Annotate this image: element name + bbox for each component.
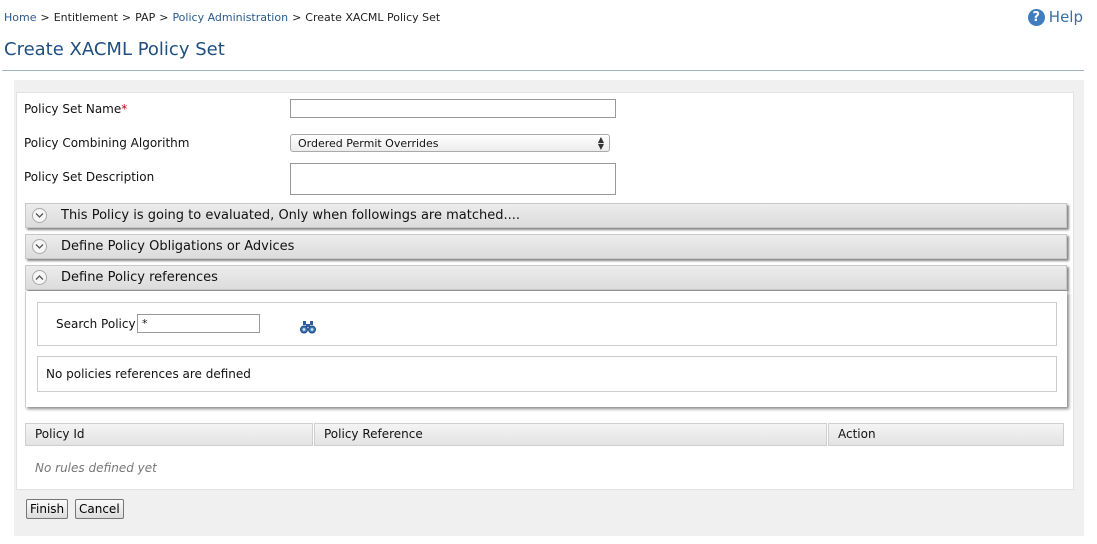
section-target-title: This Policy is going to evaluated, Only … [61,208,520,223]
section-obligations-title: Define Policy Obligations or Advices [61,239,295,254]
table-empty-text: No rules defined yet [35,461,157,475]
search-policy-label: Search Policy [56,317,136,331]
column-header-policy-id: Policy Id [25,423,313,446]
help-label: Help [1048,8,1083,26]
chevron-down-icon [32,208,47,223]
column-header-policy-reference: Policy Reference [314,423,827,446]
breadcrumb-policy-admin-link[interactable]: Policy Administration [172,11,288,24]
breadcrumb-separator: > [292,11,302,24]
policy-set-name-label-text: Policy Set Name [24,102,122,116]
section-references-header[interactable]: Define Policy references [25,265,1067,290]
breadcrumb-home-link[interactable]: Home [4,11,36,24]
section-target-header[interactable]: This Policy is going to evaluated, Only … [25,203,1067,228]
policy-combining-algorithm-select[interactable]: Ordered Permit Overrides ▲ ▼ [290,134,610,152]
help-icon: ? [1027,8,1045,26]
breadcrumb-entitlement: Entitlement [53,11,118,24]
policy-set-description-textarea[interactable] [290,163,616,195]
algorithm-selected-value: Ordered Permit Overrides [298,137,439,150]
policy-combining-algorithm-label: Policy Combining Algorithm [24,136,190,150]
policy-set-description-label: Policy Set Description [24,170,155,184]
chevron-down-icon [32,239,47,254]
select-arrows-icon: ▲ ▼ [597,135,604,151]
breadcrumb-separator: > [121,11,132,24]
chevron-up-icon [32,270,47,285]
required-marker: * [121,102,128,116]
breadcrumb-pap: PAP [135,11,156,24]
binoculars-search-icon[interactable] [300,319,316,338]
finish-button[interactable]: Finish [26,499,69,519]
breadcrumb: Home > Entitlement > PAP > Policy Administrati… [4,11,440,24]
breadcrumb-current: Create XACML Policy Set [305,11,441,24]
title-divider [2,70,1084,71]
breadcrumb-separator: > [159,11,169,24]
cancel-button[interactable]: Cancel [75,499,124,519]
search-policy-input[interactable]: * [137,314,260,333]
page-title: Create XACML Policy Set [4,39,225,60]
column-header-action: Action [828,423,1064,446]
references-empty-message: No policies references are defined [46,367,251,381]
policy-set-name-input[interactable] [290,99,616,118]
policy-set-name-label: Policy Set Name* [24,102,127,116]
help-link[interactable]: ? Help [1027,8,1083,26]
section-obligations-header[interactable]: Define Policy Obligations or Advices [25,234,1067,259]
section-references-title: Define Policy references [61,270,218,285]
breadcrumb-separator: > [40,11,50,24]
